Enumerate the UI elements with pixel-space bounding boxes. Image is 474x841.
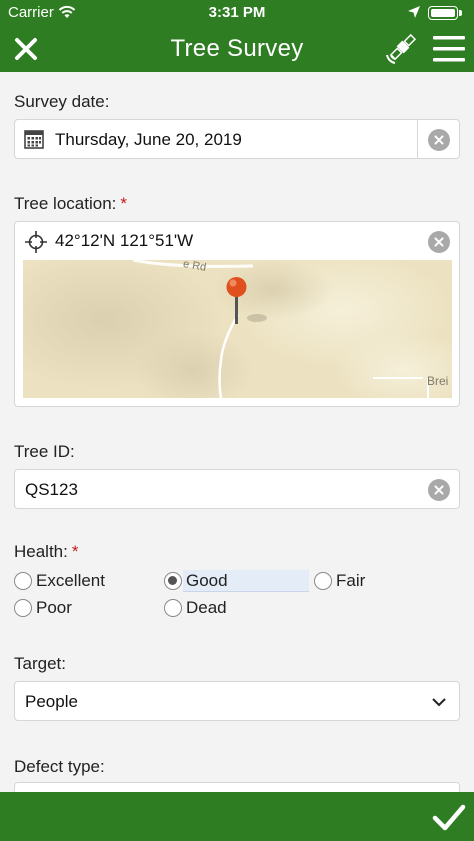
defect-type-field[interactable]: [14, 782, 460, 792]
target-value: People: [25, 692, 78, 711]
tree-id-field[interactable]: QS123: [14, 469, 460, 509]
calendar-icon: [24, 130, 44, 149]
battery-icon: [428, 6, 462, 20]
tree-location-label: Tree location: *: [14, 194, 127, 213]
clear-location-icon[interactable]: [428, 231, 450, 253]
checkmark-icon[interactable]: [430, 798, 468, 836]
radio-button[interactable]: [164, 599, 182, 617]
location-map[interactable]: e Rd Brei: [23, 260, 452, 398]
tree-location-field[interactable]: 42°12'N 121°51'W e Rd Brei: [14, 221, 460, 407]
tree-id-value: QS123: [25, 480, 78, 499]
survey-form[interactable]: Survey date: Thursday, June 20, 2019 Tre…: [0, 72, 474, 792]
radio-button-checked[interactable]: [164, 572, 182, 590]
clear-tree-id-icon[interactable]: [428, 479, 450, 501]
survey-date-field[interactable]: Thursday, June 20, 2019: [14, 119, 460, 159]
map-terrain: [23, 260, 452, 398]
survey-date-value: Thursday, June 20, 2019: [55, 130, 242, 149]
status-bar: Carrier 3:31 PM: [0, 0, 474, 26]
location-coordinates: 42°12'N 121°51'W: [55, 231, 194, 250]
gps-satellite-icon[interactable]: [383, 31, 419, 67]
clear-date-icon[interactable]: [428, 129, 450, 151]
defect-type-label: Defect type:: [14, 757, 105, 776]
target-label: Target:: [14, 654, 66, 673]
health-label: Health: *: [14, 542, 79, 561]
menu-icon[interactable]: [432, 32, 466, 66]
status-time: 3:31 PM: [208, 4, 266, 21]
bottom-action-bar: [0, 792, 474, 841]
radio-button[interactable]: [14, 572, 32, 590]
chevron-down-icon: [432, 698, 446, 707]
crosshair-icon: [25, 231, 47, 253]
survey-date-label: Survey date:: [14, 92, 110, 111]
location-services-icon: [408, 6, 420, 18]
tree-id-label: Tree ID:: [14, 442, 75, 461]
target-select[interactable]: People: [14, 681, 460, 721]
radio-button[interactable]: [314, 572, 332, 590]
app-header: Tree Survey: [0, 26, 474, 72]
map-place-label: Brei: [427, 374, 449, 388]
radio-button[interactable]: [14, 599, 32, 617]
